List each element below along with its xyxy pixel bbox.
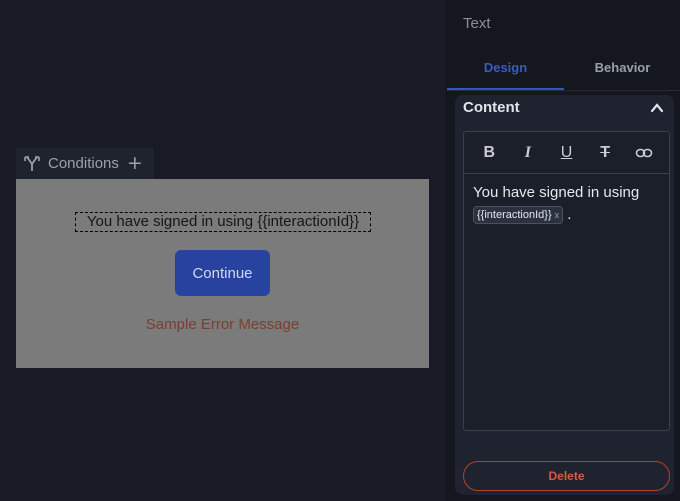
- add-condition-icon[interactable]: +: [127, 154, 143, 173]
- content-header: Content: [463, 99, 520, 116]
- link-icon: [635, 148, 652, 157]
- chevron-up-icon[interactable]: [650, 101, 664, 115]
- rich-text-editor[interactable]: B I U T You have signed in using {{inter…: [463, 131, 670, 431]
- conditions-label: Conditions: [48, 155, 119, 172]
- delete-button[interactable]: Delete: [463, 461, 670, 491]
- canvas-area: Conditions + You have signed in using {{…: [0, 0, 446, 501]
- editor-content[interactable]: You have signed in using {{interactionId…: [464, 174, 669, 234]
- content-section: Content B I U T You have signed in using…: [455, 95, 674, 495]
- chip-remove-icon[interactable]: x: [555, 210, 560, 220]
- panel-tabs: Design Behavior: [447, 52, 680, 90]
- error-message[interactable]: Sample Error Message: [16, 316, 429, 333]
- editor-text: You have signed in using: [473, 184, 640, 201]
- properties-panel: Text Design Behavior Content B I U T You…: [446, 0, 680, 501]
- bold-button[interactable]: B: [476, 140, 502, 166]
- variable-chip[interactable]: {{interactionId}} x: [473, 206, 564, 225]
- tab-behavior[interactable]: Behavior: [564, 52, 680, 90]
- editor-toolbar: B I U T: [464, 132, 669, 174]
- preview-text-element[interactable]: You have signed in using {{interactionId…: [75, 212, 371, 232]
- tab-design[interactable]: Design: [447, 52, 564, 90]
- strikethrough-button[interactable]: T: [592, 140, 618, 166]
- trailing-text: .: [567, 206, 572, 223]
- italic-button[interactable]: I: [515, 140, 541, 166]
- panel-title: Text: [463, 15, 491, 32]
- branch-icon: [24, 155, 40, 171]
- underline-button[interactable]: U: [553, 140, 579, 166]
- conditions-bar[interactable]: Conditions +: [16, 148, 154, 179]
- variable-chip-label: {{interactionId}}: [477, 209, 552, 222]
- continue-button[interactable]: Continue: [175, 250, 270, 296]
- link-button[interactable]: [631, 140, 657, 166]
- tabs-divider: [447, 90, 680, 91]
